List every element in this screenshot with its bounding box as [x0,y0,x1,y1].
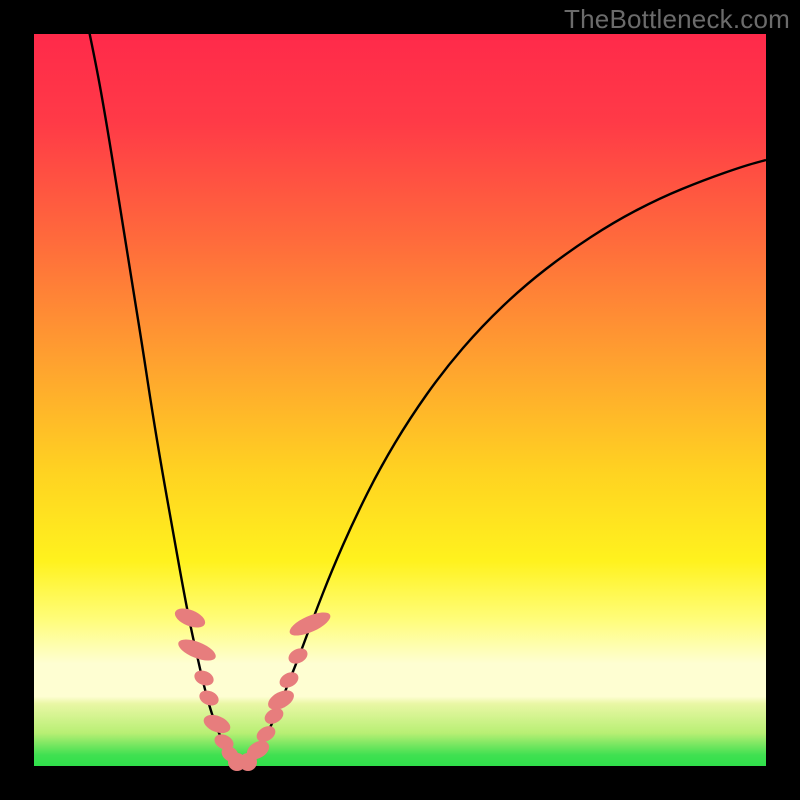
watermark-text: TheBottleneck.com [564,4,790,35]
curve-markers [172,605,333,771]
marker-icon [197,688,221,708]
chart-frame: TheBottleneck.com [0,0,800,800]
marker-icon [192,668,216,688]
bottleneck-curve [34,34,766,766]
marker-icon [277,669,301,691]
marker-icon [287,608,334,641]
marker-icon [201,711,233,736]
marker-icon [286,645,310,666]
plot-area [34,34,766,766]
